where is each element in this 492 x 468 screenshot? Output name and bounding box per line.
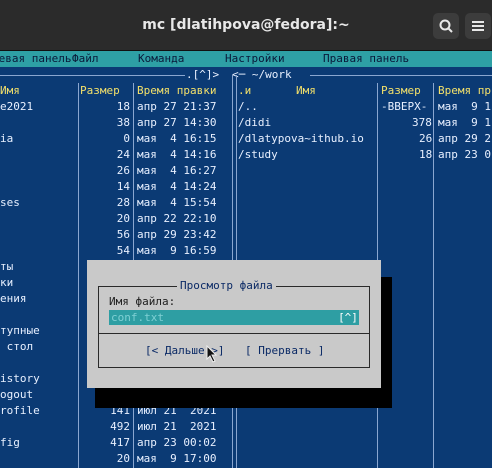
hamburger-icon [472, 21, 484, 31]
left-row-size: 0 [123, 132, 130, 145]
left-row-size: 20 [116, 212, 130, 225]
left-row-name[interactable]: rofile [0, 403, 40, 419]
menu-options[interactable]: Настройки [225, 51, 285, 67]
left-row-mtime: мая 4 15:54 [137, 196, 217, 209]
left-row-name[interactable]: e2021 [0, 99, 33, 115]
left-row-mtime: мая 4 14:24 [137, 180, 217, 193]
window-title: mc [dlatihpova@fedora]:~ [142, 17, 350, 33]
left-row-mtime: апр 29 23:42 [137, 228, 217, 241]
left-row-mtime: мая 9 17:00 [137, 452, 217, 465]
menu-command[interactable]: Команда [138, 51, 184, 67]
left-row-mtime: мая 9 16:59 [137, 244, 217, 257]
menu-right-panel[interactable]: Правая панель [323, 51, 409, 67]
right-row-size: 18 [419, 148, 433, 161]
left-col-sep-1 [78, 83, 79, 468]
left-row-name[interactable]: ogout [0, 387, 33, 403]
left-row-name[interactable]: ia [0, 131, 13, 147]
left-panel-top-border [0, 75, 185, 76]
dialog-separator [99, 333, 369, 334]
dialog-title: Просмотр файла [177, 279, 276, 293]
left-row-mtime: мая 4 16:27 [137, 164, 217, 177]
left-row-mtime: мая 4 16:15 [137, 132, 217, 145]
abort-button[interactable]: [ Прервать ] [245, 344, 324, 358]
right-row-mtime: апр 23 0 [438, 148, 491, 161]
left-row-mtime: мая 4 14:16 [137, 148, 217, 161]
search-button[interactable] [433, 13, 459, 39]
left-row-size: 56 [116, 228, 130, 241]
filename-label: Имя файла: [109, 295, 176, 308]
left-row-size: 24 [116, 148, 130, 161]
mc-menubar: Левая панель Файл Команда Настройки Прав… [0, 51, 492, 67]
search-icon [439, 19, 453, 33]
left-row-mtime: апр 27 21:37 [137, 100, 217, 113]
file-view-dialog: Просмотр файла Имя файла: conf.txt [^] [… [87, 260, 381, 388]
right-row-name[interactable]: /dlatypova~ithub.io [238, 131, 364, 147]
left-row-name[interactable]: ты [0, 259, 13, 275]
left-row-name[interactable]: тупные [0, 323, 40, 339]
right-row-size: 378 [412, 116, 432, 129]
left-row-mtime: апр 23 00:02 [137, 436, 217, 449]
left-row-mtime: апр 27 14:30 [137, 116, 217, 129]
left-row-mtime: апр 22 22:10 [137, 212, 217, 225]
right-row-name[interactable]: /study [238, 147, 278, 163]
left-panel-path[interactable]: .[^]> [186, 67, 219, 83]
left-row-name[interactable]: fig [0, 435, 20, 451]
right-header-size[interactable]: Размер [381, 83, 421, 99]
right-row-mtime: мая 9 1 [438, 100, 491, 113]
left-row-name[interactable]: istory [0, 371, 40, 387]
left-header-size[interactable]: Размер [80, 83, 120, 99]
menu-left-panel[interactable]: Левая панель [0, 51, 71, 67]
right-col-sep-2 [433, 83, 434, 468]
menu-button[interactable] [465, 13, 491, 39]
left-row-size: 38 [116, 116, 130, 129]
right-row-name[interactable]: /.. [238, 99, 258, 115]
left-row-size: 54 [116, 244, 130, 257]
right-row-name[interactable]: /didi [238, 115, 271, 131]
left-row-name[interactable]: ses [0, 195, 20, 211]
right-header-name[interactable]: Имя [296, 83, 316, 99]
left-row-mtime: июл 21 2021 [137, 420, 217, 433]
left-row-size: 14 [116, 180, 130, 193]
right-header-sort[interactable]: .и [238, 83, 251, 99]
left-row-name[interactable]: ки [0, 275, 13, 291]
right-row-size: -ВВЕРХ- [381, 100, 428, 113]
right-row-mtime: апр 29 2 [438, 132, 491, 145]
menu-file[interactable]: Файл [72, 51, 99, 67]
window-titlebar: mc [dlatihpova@fedora]:~ [0, 0, 492, 51]
filename-input[interactable]: conf.txt [109, 310, 339, 325]
left-row-size: 26 [116, 164, 130, 177]
left-row-size: 28 [116, 196, 130, 209]
left-row-size: 18 [116, 100, 130, 113]
right-panel-top-border [310, 75, 492, 76]
left-row-size: 417 [110, 436, 130, 449]
right-row-mtime: мая 9 1 [438, 116, 491, 129]
right-header-mtime[interactable]: Время пр [438, 83, 491, 99]
left-header-name[interactable]: Имя [0, 83, 20, 99]
left-row-name[interactable]: стол [0, 339, 34, 355]
right-row-size: 26 [419, 132, 433, 145]
history-button[interactable]: [^] [337, 310, 359, 325]
left-header-mtime[interactable]: Время правки [137, 83, 216, 99]
right-panel-path[interactable]: <─ ~/work [232, 67, 292, 83]
mouse-pointer-icon [206, 345, 218, 363]
left-row-size: 492 [110, 420, 130, 433]
left-row-size: 20 [116, 452, 130, 465]
left-row-name[interactable]: ения [0, 291, 27, 307]
